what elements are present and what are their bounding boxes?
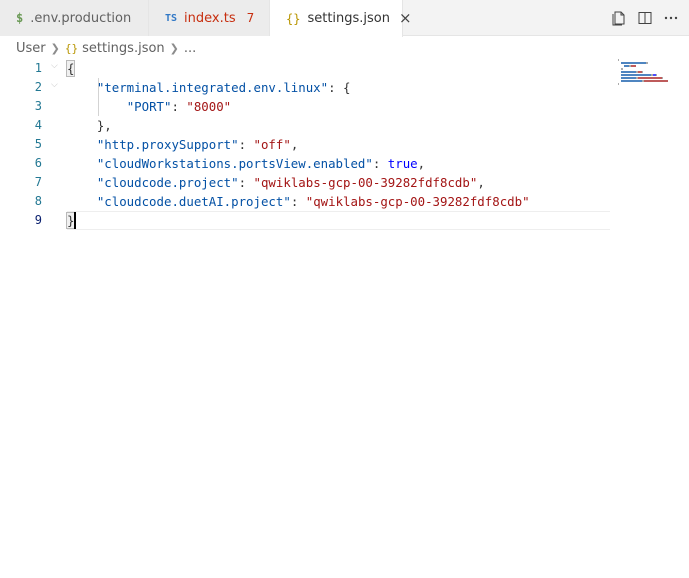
- json-punctuation: : {: [328, 80, 351, 95]
- code-line[interactable]: "http.proxySupport": "off",: [67, 135, 610, 154]
- json-key: "cloudWorkstations.portsView.enabled": [96, 156, 373, 171]
- line-number: 4: [34, 118, 42, 132]
- fold-chevron-icon[interactable]: ⌵: [51, 61, 58, 71]
- open-changes-icon[interactable]: [611, 10, 627, 26]
- json-punctuation: [67, 137, 97, 152]
- minimap-line: [618, 77, 680, 79]
- json-string: "off": [253, 137, 291, 152]
- minimap-line: [618, 59, 680, 61]
- more-actions-icon[interactable]: [663, 10, 679, 26]
- minimap[interactable]: [618, 59, 680, 85]
- line-number: 7: [34, 175, 42, 189]
- line-number: 3: [34, 99, 42, 113]
- minimap-line: [618, 74, 680, 76]
- json-punctuation: [67, 194, 97, 209]
- json-key: "PORT": [126, 99, 172, 114]
- minimap-token: [621, 77, 636, 79]
- json-string: "8000": [186, 99, 232, 114]
- tab-env-production[interactable]: $ .env.production: [0, 0, 149, 36]
- minimap-token: [621, 80, 642, 82]
- minimap-token: [621, 74, 651, 76]
- minimap-token: [618, 59, 619, 61]
- json-punctuation: [67, 99, 127, 114]
- minimap-token: [642, 71, 643, 73]
- json-punctuation: [67, 175, 97, 190]
- close-icon[interactable]: ×: [399, 11, 412, 26]
- editor-actions: [611, 0, 689, 36]
- json-punctuation: {: [65, 60, 76, 77]
- problem-count-badge: 7: [246, 11, 255, 25]
- minimap-token: [621, 68, 623, 70]
- code-line[interactable]: "cloudcode.duetAI.project": "qwiklabs-gc…: [67, 192, 610, 211]
- line-number: 5: [34, 137, 42, 151]
- code-line[interactable]: }: [65, 211, 610, 230]
- minimap-token: [621, 71, 636, 73]
- line-number: 8: [34, 194, 42, 208]
- minimap-line: [618, 65, 680, 67]
- json-boolean: true: [387, 156, 418, 171]
- tab-index-ts[interactable]: TS index.ts 7: [149, 0, 270, 36]
- minimap-token: [638, 77, 662, 79]
- typescript-file-icon: TS: [165, 12, 178, 24]
- json-punctuation: },: [96, 118, 112, 133]
- env-file-icon: $: [16, 11, 24, 25]
- json-key: "cloudcode.project": [96, 175, 239, 190]
- fold-chevron-icon[interactable]: ⌵: [51, 80, 58, 90]
- minimap-token: [631, 65, 636, 67]
- minimap-token: [656, 74, 657, 76]
- json-punctuation: :: [372, 156, 388, 171]
- minimap-line: [618, 83, 680, 85]
- json-punctuation: [67, 118, 97, 133]
- code-line[interactable]: "cloudWorkstations.portsView.enabled": t…: [67, 154, 610, 173]
- json-punctuation: :: [238, 175, 254, 190]
- json-punctuation: :: [171, 99, 187, 114]
- chevron-right-icon: ❯: [50, 41, 60, 55]
- code-line[interactable]: "PORT": "8000": [67, 97, 610, 116]
- code-line[interactable]: {: [65, 59, 610, 78]
- minimap-line: [618, 71, 680, 73]
- minimap-token: [662, 77, 663, 79]
- minimap-line: [618, 62, 680, 64]
- tab-bar: $ .env.production TS index.ts 7 {} setti…: [0, 0, 689, 37]
- code-line[interactable]: "cloudcode.project": "qwiklabs-gcp-00-39…: [67, 173, 610, 192]
- json-punctuation: ,: [477, 175, 485, 190]
- breadcrumb-file[interactable]: settings.json: [82, 41, 165, 56]
- split-editor-icon[interactable]: [637, 10, 653, 26]
- json-punctuation: :: [290, 194, 306, 209]
- chevron-right-icon: ❯: [169, 41, 179, 55]
- minimap-token: [618, 83, 619, 85]
- json-string: "qwiklabs-gcp-00-39282fdf8cdb": [305, 194, 530, 209]
- code-lines[interactable]: { "terminal.integrated.env.linux": { "PO…: [65, 59, 610, 230]
- json-file-icon: {}: [64, 41, 79, 55]
- json-key: "cloudcode.duetAI.project": [96, 194, 291, 209]
- json-punctuation: ,: [290, 137, 299, 152]
- json-punctuation: :: [238, 137, 254, 152]
- breadcrumb-user[interactable]: User: [16, 41, 46, 56]
- json-string: "qwiklabs-gcp-00-39282fdf8cdb": [253, 175, 478, 190]
- code-line[interactable]: "terminal.integrated.env.linux": {: [67, 78, 610, 97]
- json-punctuation: [67, 80, 97, 95]
- json-file-icon: {}: [286, 11, 301, 26]
- line-number: 6: [34, 156, 42, 170]
- json-punctuation: [67, 156, 97, 171]
- json-key: "terminal.integrated.env.linux": [96, 80, 329, 95]
- minimap-line: [618, 80, 680, 82]
- breadcrumb-more[interactable]: ...: [184, 41, 196, 56]
- line-number: 9: [34, 213, 42, 227]
- tab-label: .env.production: [30, 10, 132, 26]
- code-editor[interactable]: 123456789 ⌵ ⌵ { "terminal.integrated.env…: [0, 59, 689, 578]
- minimap-line: [618, 68, 680, 70]
- minimap-token: [644, 80, 668, 82]
- tab-label: index.ts: [184, 10, 236, 26]
- minimap-token: [621, 62, 646, 64]
- tab-settings-json[interactable]: {} settings.json ×: [270, 0, 412, 37]
- breadcrumb: User ❯ {} settings.json ❯ ...: [0, 37, 689, 59]
- minimap-token: [646, 62, 648, 64]
- text-cursor: [74, 212, 76, 229]
- json-punctuation: ,: [417, 156, 426, 171]
- tab-label: settings.json: [307, 11, 391, 26]
- json-key: "http.proxySupport": [96, 137, 239, 152]
- code-line[interactable]: },: [67, 116, 610, 135]
